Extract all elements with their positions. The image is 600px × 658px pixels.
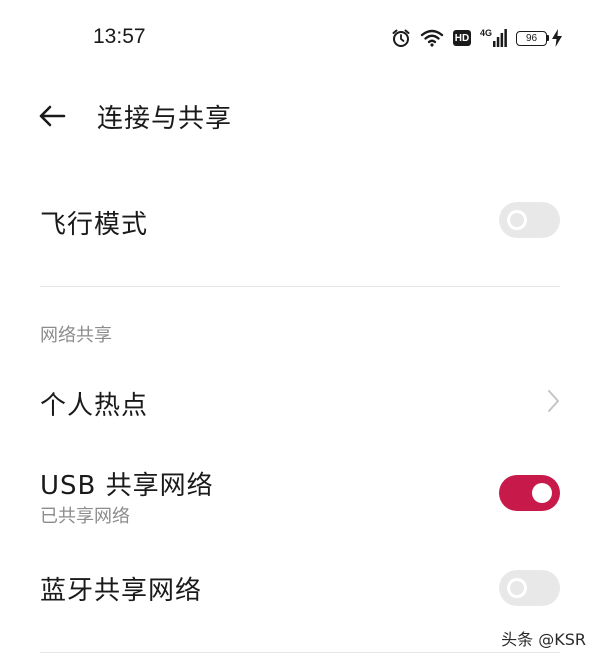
bluetooth-tethering-label: 蓝牙共享网络 <box>40 576 203 606</box>
wifi-icon <box>420 29 444 47</box>
airplane-mode-label: 飞行模式 <box>40 210 149 240</box>
divider <box>40 286 560 287</box>
watermark: 头条 @KSR <box>501 630 586 649</box>
bluetooth-tethering-switch[interactable] <box>499 570 560 606</box>
section-header-tethering: 网络共享 <box>40 325 112 346</box>
switch-knob <box>507 210 527 230</box>
status-icons: HD 4G 96 <box>391 27 562 49</box>
battery-icon: 96 <box>516 29 562 47</box>
network-type-label: 4G <box>479 28 492 38</box>
page-title: 连接与共享 <box>97 104 233 134</box>
status-time: 13:57 <box>93 25 146 48</box>
airplane-mode-switch[interactable] <box>499 202 560 238</box>
airplane-mode-row[interactable]: 飞行模式 <box>0 180 600 260</box>
back-arrow-icon <box>39 105 66 127</box>
usb-tethering-switch[interactable] <box>499 475 560 511</box>
hotspot-label: 个人热点 <box>40 391 149 421</box>
divider <box>40 652 560 653</box>
alarm-icon <box>391 28 411 48</box>
back-button[interactable] <box>30 96 74 136</box>
usb-tethering-row[interactable]: USB 共享网络 已共享网络 <box>0 455 600 535</box>
cellular-signal-icon: 4G <box>480 29 507 47</box>
switch-knob <box>507 578 527 598</box>
chevron-right-icon <box>548 390 559 412</box>
bluetooth-tethering-row[interactable]: 蓝牙共享网络 <box>0 550 600 626</box>
hd-icon: HD <box>452 30 471 46</box>
usb-tethering-label: USB 共享网络 <box>40 471 214 501</box>
switch-knob <box>532 483 552 503</box>
hotspot-row[interactable]: 个人热点 <box>0 365 600 437</box>
battery-level: 96 <box>516 30 547 46</box>
charging-icon <box>552 29 562 47</box>
usb-tethering-subtitle: 已共享网络 <box>40 506 130 527</box>
